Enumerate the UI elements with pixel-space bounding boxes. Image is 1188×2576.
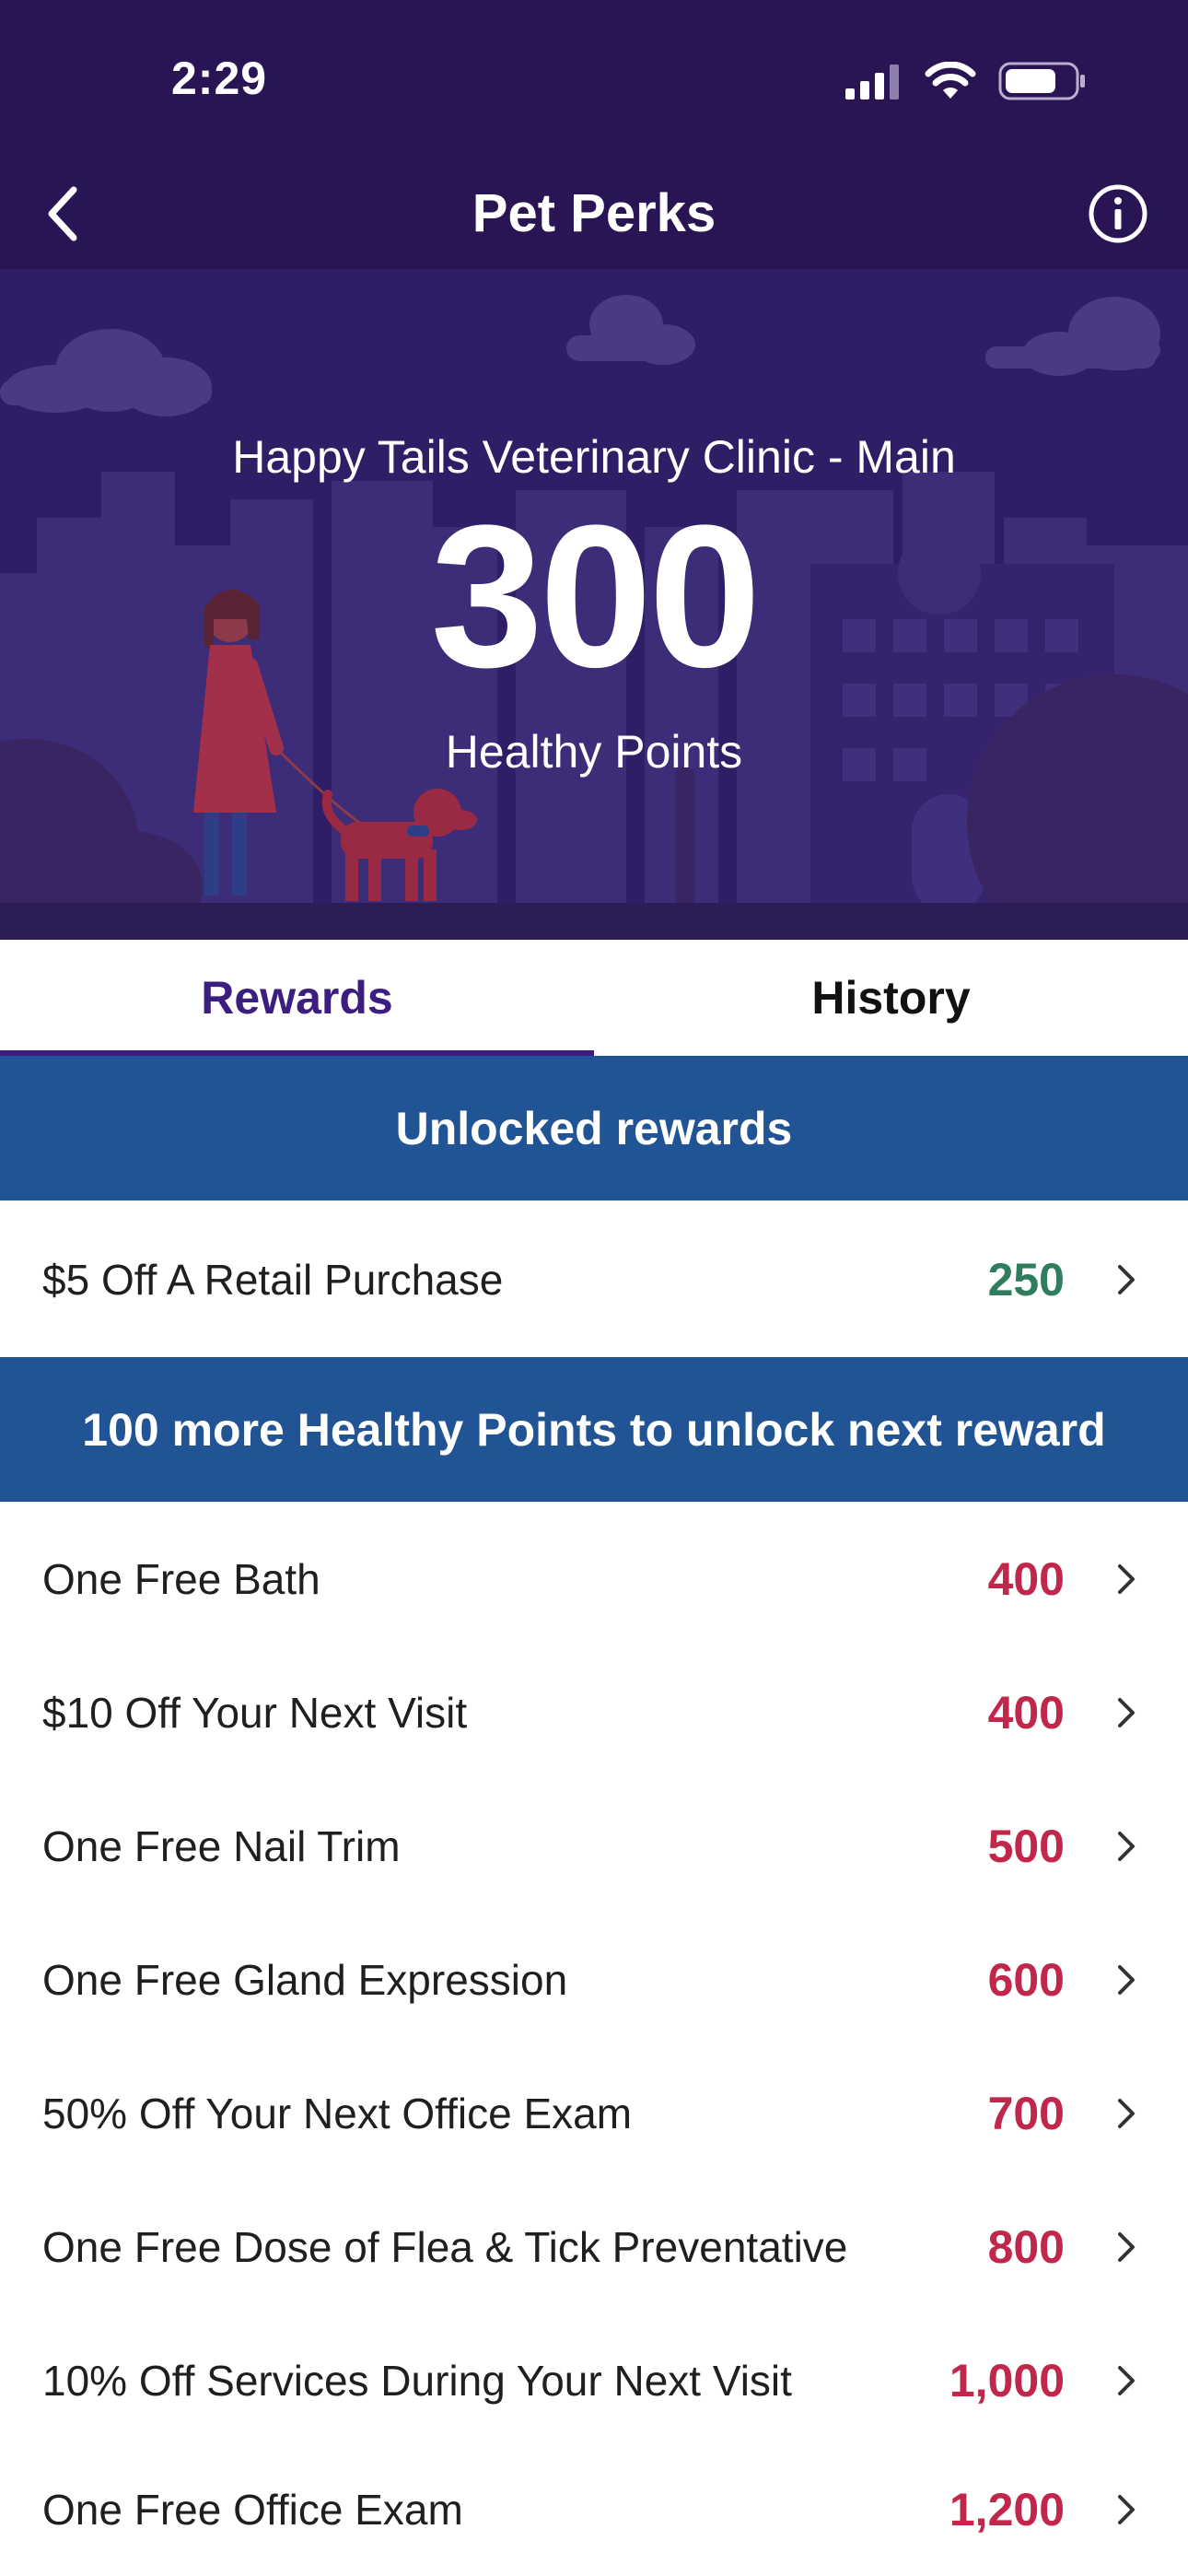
- status-icons: [844, 55, 1087, 107]
- points-hero: Happy Tails Veterinary Clinic - Main 300…: [0, 269, 1188, 940]
- chevron-right-icon: [1118, 1964, 1135, 1995]
- reward-row[interactable]: One Free Gland Expression 600: [0, 1913, 1188, 2046]
- reward-label: $5 Off A Retail Purchase: [42, 1255, 504, 1304]
- tab-rewards[interactable]: Rewards: [0, 940, 594, 1056]
- chevron-right-icon: [1118, 2231, 1135, 2262]
- reward-label: 10% Off Services During Your Next Visit: [42, 2356, 792, 2405]
- chevron-right-icon: [1118, 2365, 1135, 2395]
- reward-label: One Free Bath: [42, 1554, 320, 1603]
- app-header: 2:29 Pet Perks: [0, 0, 1188, 269]
- reward-points: 600: [987, 1953, 1065, 2006]
- status-bar: 2:29: [0, 0, 1188, 158]
- reward-label: One Free Nail Trim: [42, 1821, 401, 1870]
- next-reward-progress-header: 100 more Healthy Points to unlock next r…: [0, 1357, 1188, 1502]
- chevron-right-icon: [1118, 1831, 1135, 1861]
- reward-label: One Free Dose of Flea & Tick Preventativ…: [42, 2222, 848, 2271]
- reward-points: 800: [987, 2220, 1065, 2273]
- reward-row[interactable]: 50% Off Your Next Office Exam 700: [0, 2046, 1188, 2180]
- tab-history[interactable]: History: [594, 940, 1188, 1056]
- signal-icon: [845, 64, 899, 100]
- chevron-right-icon: [1118, 1563, 1135, 1594]
- points-label: Healthy Points: [445, 726, 743, 778]
- unlocked-rewards-header: Unlocked rewards: [0, 1056, 1188, 1200]
- reward-points: 500: [987, 1820, 1065, 1872]
- points-balance: 300: [430, 483, 761, 709]
- info-button[interactable]: [1081, 177, 1155, 251]
- reward-label: One Free Office Exam: [42, 2485, 463, 2534]
- reward-label: One Free Gland Expression: [42, 1955, 568, 2004]
- chevron-right-icon: [1118, 1264, 1135, 1294]
- nav-bar: Pet Perks: [0, 158, 1188, 269]
- wifi-icon: [925, 62, 976, 99]
- reward-row[interactable]: $10 Off Your Next Visit 400: [0, 1645, 1188, 1779]
- chevron-right-icon: [1118, 2494, 1135, 2524]
- reward-points: 250: [987, 1253, 1065, 1306]
- chevron-right-icon: [1118, 1697, 1135, 1727]
- reward-points: 400: [987, 1552, 1065, 1605]
- reward-row[interactable]: One Free Office Exam 1,200: [0, 2442, 1188, 2576]
- status-time: 2:29: [171, 53, 268, 104]
- page-title: Pet Perks: [472, 183, 716, 243]
- reward-row[interactable]: $5 Off A Retail Purchase 250: [0, 1212, 1188, 1346]
- info-icon: [1089, 184, 1147, 243]
- reward-points: 1,200: [949, 2483, 1065, 2535]
- reward-row[interactable]: One Free Nail Trim 500: [0, 1779, 1188, 1913]
- chevron-right-icon: [1118, 2098, 1135, 2128]
- reward-row[interactable]: One Free Dose of Flea & Tick Preventativ…: [0, 2180, 1188, 2313]
- reward-points: 400: [987, 1686, 1065, 1739]
- reward-label: $10 Off Your Next Visit: [42, 1688, 468, 1737]
- tab-bar: Rewards History: [0, 940, 1188, 1056]
- reward-points: 700: [987, 2087, 1065, 2139]
- reward-points: 1,000: [949, 2354, 1065, 2406]
- reward-row[interactable]: One Free Bath 400: [0, 1512, 1188, 1645]
- clinic-name: Happy Tails Veterinary Clinic - Main: [232, 431, 956, 483]
- battery-icon: [998, 62, 1085, 100]
- reward-row[interactable]: 10% Off Services During Your Next Visit …: [0, 2313, 1188, 2447]
- reward-label: 50% Off Your Next Office Exam: [42, 2089, 633, 2137]
